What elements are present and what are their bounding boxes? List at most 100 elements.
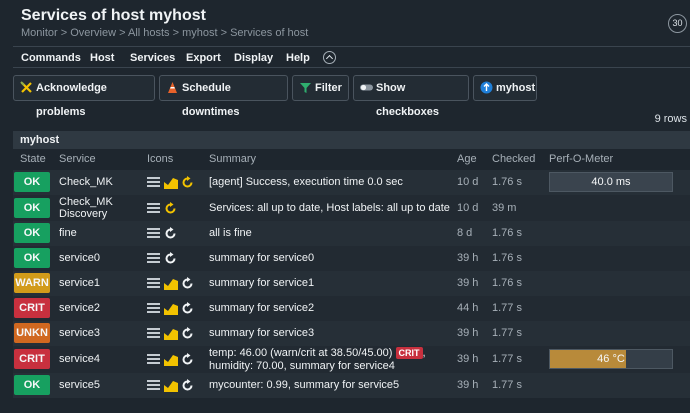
reload-icon[interactable] [181, 277, 194, 290]
service-checked: 1.76 s [492, 252, 522, 264]
menu-icon[interactable] [147, 203, 160, 214]
service-checked: 1.77 s [492, 327, 522, 339]
graph-icon[interactable] [164, 379, 178, 392]
service-icons [147, 379, 197, 392]
filter-button[interactable]: Filter [292, 75, 349, 101]
service-icons [147, 327, 197, 340]
service-name[interactable]: service5 [59, 379, 100, 391]
service-name[interactable]: Check_MK [59, 176, 113, 188]
service-age: 39 h [457, 353, 479, 365]
table-row: OK Check_MK [agent] Success, execution t… [13, 170, 690, 195]
service-icons [147, 176, 197, 189]
graph-icon[interactable] [164, 353, 178, 366]
service-icons [147, 227, 197, 240]
menu-icon[interactable] [147, 228, 160, 239]
reload-icon[interactable] [164, 227, 177, 240]
service-icons [147, 302, 197, 315]
service-summary: summary for service3 [209, 327, 315, 339]
column-service[interactable]: Service [59, 153, 96, 165]
service-name[interactable]: service4 [59, 353, 100, 365]
acknowledge-problems-button[interactable]: Acknowledge problems [13, 75, 155, 118]
show-checkboxes-button[interactable]: Show checkboxes [353, 75, 469, 118]
perf-o-meter[interactable]: 40.0 ms [549, 172, 673, 192]
service-name[interactable]: fine [59, 227, 77, 239]
refresh-countdown[interactable]: 30 [668, 14, 687, 33]
menu-icon[interactable] [147, 177, 160, 188]
service-name[interactable]: service1 [59, 277, 100, 289]
service-name-line1[interactable]: Check_MK [59, 196, 113, 208]
reload-icon[interactable] [164, 202, 177, 215]
service-checked: 1.76 s [492, 277, 522, 289]
host-button[interactable]: myhost [473, 75, 537, 101]
service-icons [147, 277, 197, 290]
menu-icon[interactable] [147, 328, 160, 339]
service-summary-line2: humidity: 70.00, summary for service4 [209, 360, 395, 372]
menu-host[interactable]: Host [90, 52, 114, 64]
service-summary-line1: temp: 46.00 (warn/crit at 38.50/45.00) C… [209, 347, 426, 359]
service-summary: summary for service2 [209, 302, 315, 314]
perf-o-meter[interactable]: 46 °C [549, 349, 673, 369]
column-state[interactable]: State [20, 153, 46, 165]
reload-icon[interactable] [181, 302, 194, 315]
reload-icon[interactable] [181, 176, 194, 189]
graph-icon[interactable] [164, 277, 178, 290]
menu-display[interactable]: Display [234, 52, 273, 64]
service-name[interactable]: service0 [59, 252, 100, 264]
menu-icon[interactable] [147, 380, 160, 391]
service-age: 10 d [457, 202, 479, 214]
service-checked: 1.77 s [492, 379, 522, 391]
reload-icon[interactable] [181, 353, 194, 366]
column-perf-o-meter[interactable]: Perf-O-Meter [549, 153, 613, 165]
service-checked: 1.76 s [492, 227, 522, 239]
graph-icon[interactable] [164, 176, 178, 189]
menu-icon[interactable] [147, 303, 160, 314]
service-summary: mycounter: 0.99, summary for service5 [209, 379, 400, 391]
show-checkboxes-label: Show checkboxes [376, 82, 439, 118]
service-age: 10 d [457, 176, 479, 188]
summary-comma: , [422, 347, 426, 359]
service-name[interactable]: service3 [59, 327, 100, 339]
service-checked: 1.76 s [492, 176, 522, 188]
graph-icon[interactable] [164, 302, 178, 315]
filter-icon [300, 83, 311, 93]
reload-icon[interactable] [181, 379, 194, 392]
breadcrumb[interactable]: Monitor > Overview > All hosts > myhost … [21, 27, 308, 39]
host-group-header: myhost [13, 131, 690, 149]
host-group-title[interactable]: myhost [20, 134, 59, 146]
service-name[interactable]: service2 [59, 302, 100, 314]
column-checked[interactable]: Checked [492, 153, 535, 165]
service-checked: 39 m [492, 202, 517, 214]
reload-icon[interactable] [181, 327, 194, 340]
service-summary: [agent] Success, execution time 0.0 sec [209, 176, 403, 188]
graph-icon[interactable] [164, 327, 178, 340]
menu-services[interactable]: Services [130, 52, 175, 64]
service-age: 39 h [457, 252, 479, 264]
table-row: OK Check_MK Discovery Services: all up t… [13, 195, 690, 221]
column-summary[interactable]: Summary [209, 153, 256, 165]
perf-value: 46 °C [597, 353, 625, 365]
collapse-menu-icon[interactable] [323, 51, 336, 64]
service-age: 8 d [457, 227, 473, 239]
table-row: UNKN service3 summary for service3 39 h … [13, 321, 690, 346]
menu-export[interactable]: Export [186, 52, 221, 64]
page-title: Services of host myhost [21, 7, 206, 24]
service-age: 39 h [457, 327, 479, 339]
acknowledge-icon [20, 81, 32, 93]
state-badge: OK [14, 375, 50, 395]
page-header: Services of host myhost Monitor > Overvi… [0, 0, 690, 44]
menu-help[interactable]: Help [286, 52, 310, 64]
menu-icon[interactable] [147, 253, 160, 264]
perf-value: 40.0 ms [591, 176, 631, 188]
column-icons[interactable]: Icons [147, 153, 173, 165]
service-summary: summary for service1 [209, 277, 315, 289]
column-age[interactable]: Age [457, 153, 477, 165]
schedule-downtimes-button[interactable]: Schedule downtimes [159, 75, 288, 118]
reload-icon[interactable] [164, 252, 177, 265]
menu-icon[interactable] [147, 354, 160, 365]
table-row: CRIT service4 temp: 46.00 (warn/crit at … [13, 346, 690, 373]
service-name-line2[interactable]: Discovery [59, 208, 107, 220]
service-summary: Services: all up to date, Host labels: a… [209, 202, 450, 214]
service-icons [147, 252, 197, 265]
menu-commands[interactable]: Commands [21, 52, 81, 64]
menu-icon[interactable] [147, 278, 160, 289]
